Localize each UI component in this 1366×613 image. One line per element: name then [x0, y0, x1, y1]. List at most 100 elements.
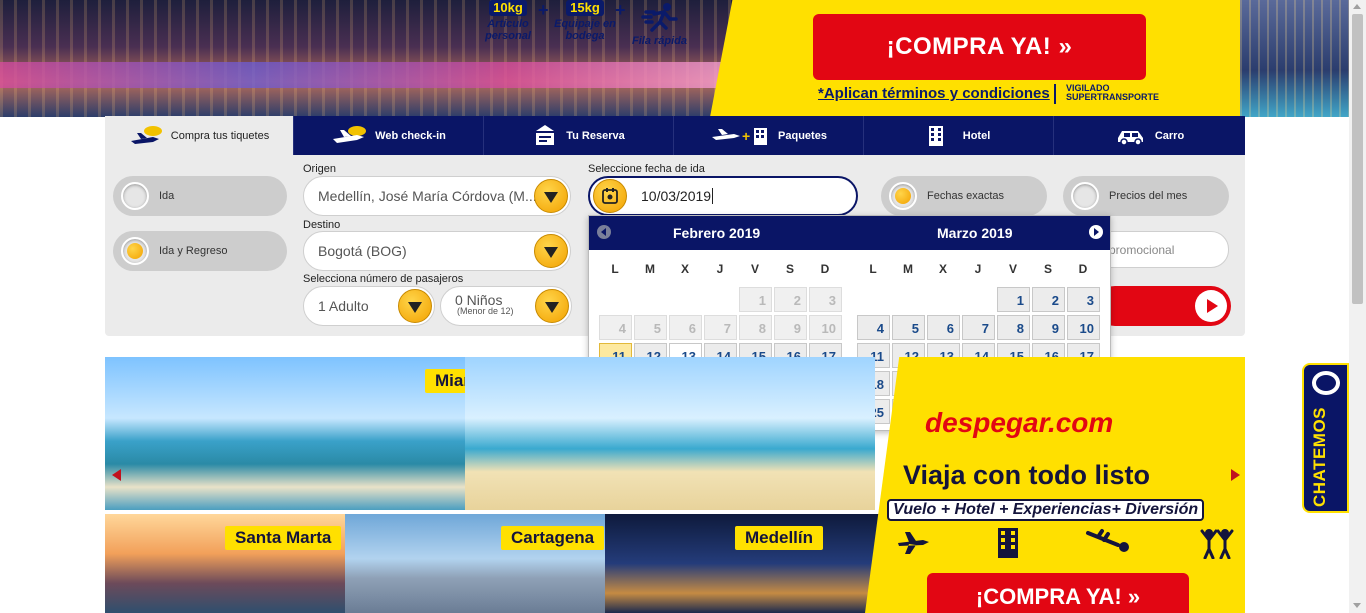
trip-type-label: Ida y Regreso — [159, 245, 228, 257]
tab-packages[interactable]: + Paquetes — [674, 116, 864, 155]
benefit-fast-lane: Fila rápida — [632, 2, 687, 47]
chat-tab[interactable]: CHATEMOS — [1302, 363, 1349, 513]
plane-ticket-icon — [130, 125, 162, 144]
radio-one-way[interactable] — [121, 182, 149, 210]
departure-date-field[interactable]: 10/03/2019 — [588, 176, 858, 216]
destination-dropdown-icon[interactable] — [534, 234, 568, 268]
tab-label: Carro — [1154, 129, 1185, 142]
benefit-label: Equipaje en bodega — [554, 18, 616, 42]
destination-tile-cartagena[interactable]: Cartagena — [345, 514, 625, 613]
tab-my-booking[interactable]: Tu Reserva — [484, 116, 674, 155]
weekday-header: L — [611, 262, 619, 276]
radio-month-prices[interactable] — [1071, 182, 1099, 210]
search-flights-button[interactable] — [1095, 286, 1231, 326]
text-caret — [712, 188, 714, 204]
right-skyline-image — [1240, 0, 1366, 117]
adults-dropdown-icon[interactable] — [398, 289, 432, 323]
tab-buy-tickets[interactable]: Compra tus tiquetes — [105, 116, 294, 155]
calendar-day[interactable]: 5 — [892, 315, 925, 340]
weekday-header: D — [1078, 262, 1088, 276]
scroll-up-icon[interactable] — [1353, 4, 1361, 9]
children-note: (Menor de 12) — [457, 306, 514, 316]
despegar-logo: despegar.com — [925, 407, 1114, 438]
destination-label: Medellín — [735, 526, 824, 550]
calendar-day: 7 — [704, 315, 737, 340]
chat-bubble-icon — [1312, 371, 1340, 395]
vigilado-text: VIGILADO SUPERTRANSPORTE — [1066, 83, 1160, 102]
celebrating-people-icon — [1200, 529, 1234, 559]
children-value: 0 Niños — [455, 292, 503, 308]
calendar-day[interactable]: 10 — [1067, 315, 1100, 340]
calendar-day: 4 — [599, 315, 632, 340]
carousel-prev-icon[interactable] — [112, 469, 121, 481]
calendar-day[interactable]: 7 — [962, 315, 995, 340]
carousel-next-icon[interactable] — [1231, 469, 1240, 481]
calendar-day[interactable]: 8 — [997, 315, 1030, 340]
origin-label: Origen — [303, 163, 337, 175]
destination-label: Santa Marta — [225, 526, 342, 550]
destination-tile-miami[interactable]: Miami — [105, 357, 505, 510]
benefit-label: Artículo personal — [485, 18, 531, 42]
tab-hotel[interactable]: Hotel — [864, 116, 1054, 155]
destination-tile-beach[interactable] — [465, 357, 875, 510]
weekday-header: J — [716, 262, 724, 276]
tab-web-checkin[interactable]: Web check-in — [294, 116, 484, 155]
tab-label: Web check-in — [375, 129, 446, 142]
children-dropdown-icon[interactable] — [535, 289, 569, 323]
weekday-header: M — [645, 262, 655, 276]
destination-tile-santa-marta[interactable]: Santa Marta — [105, 514, 365, 613]
tab-label: Compra tus tiquetes — [170, 129, 270, 142]
promo-subline: Vuelo + Hotel + Experiencias+ Diversión — [887, 499, 1205, 521]
calendar-day[interactable]: 9 — [1032, 315, 1065, 340]
scrollbar-thumb[interactable] — [1352, 14, 1363, 304]
trip-type-round-trip[interactable]: Ida y Regreso — [113, 231, 287, 271]
children-select[interactable]: 0 Niños (Menor de 12) — [440, 286, 572, 326]
calendar-day[interactable]: 1 — [997, 287, 1030, 312]
weekday-header: V — [1008, 262, 1017, 276]
calendar-day: 10 — [809, 315, 842, 340]
date-mode-month[interactable]: Precios del mes — [1063, 176, 1229, 216]
promo-code-input[interactable]: o promocional — [1092, 231, 1229, 268]
prev-month-icon[interactable] — [597, 225, 611, 239]
origin-field[interactable]: Medellín, José María Córdova (M... — [303, 176, 571, 216]
benefit-badge: 15kg — [566, 0, 604, 16]
terms-link[interactable]: *Aplican términos y condiciones — [818, 85, 1050, 102]
plane-checkin-icon — [333, 125, 367, 143]
page-scrollbar[interactable] — [1349, 0, 1366, 613]
benefit-personal-item: 10kg Artículo personal — [482, 0, 534, 42]
tab-car[interactable]: Carro — [1054, 116, 1245, 155]
calendar-day[interactable]: 6 — [927, 315, 960, 340]
destinations-promo: Miami Santa Marta Cartagena Medellín des… — [105, 357, 1245, 613]
weekday-header: L — [869, 262, 877, 276]
promo-icons — [895, 527, 1235, 559]
promo-buy-button[interactable]: ¡COMPRA YA! » — [927, 573, 1189, 613]
building-icon — [997, 528, 1018, 558]
destination-tile-medellin[interactable]: Medellín — [605, 514, 905, 613]
trip-type-one-way[interactable]: Ida — [113, 176, 287, 216]
weekday-header: X — [938, 262, 947, 276]
calendar-day[interactable]: 3 — [1067, 287, 1100, 312]
date-mode-exact[interactable]: Fechas exactas — [881, 176, 1047, 216]
adults-select[interactable]: 1 Adulto — [303, 286, 435, 326]
weekday-header: M — [903, 262, 913, 276]
radio-exact-dates[interactable] — [889, 182, 917, 210]
calendar-icon[interactable] — [593, 179, 627, 213]
calendar-day[interactable]: 2 — [1032, 287, 1065, 312]
origin-value: Medellín, José María Córdova (M... — [318, 188, 537, 204]
service-tabs: Compra tus tiquetes Web check-in Tu Rese… — [105, 116, 1245, 155]
passengers-label: Selecciona número de pasajeros — [303, 273, 464, 285]
weekday-header: S — [1043, 262, 1052, 276]
scroll-down-icon[interactable] — [1353, 603, 1361, 608]
destination-label: Destino — [303, 219, 341, 231]
hero-banner: 10kg Artículo personal + 15kg Equipaje e… — [0, 0, 1366, 117]
radio-round-trip[interactable] — [121, 237, 149, 265]
buy-now-button[interactable]: ¡COMPRA YA! » — [813, 14, 1146, 80]
next-month-icon[interactable] — [1089, 225, 1103, 239]
calendar-day[interactable]: 4 — [857, 315, 890, 340]
origin-dropdown-icon[interactable] — [534, 179, 568, 213]
play-arrow-icon — [1195, 290, 1227, 322]
hotel-icon — [928, 125, 943, 146]
plus-icon: + — [538, 0, 549, 20]
diver-icon — [1086, 529, 1130, 552]
destination-field[interactable]: Bogotá (BOG) — [303, 231, 571, 271]
